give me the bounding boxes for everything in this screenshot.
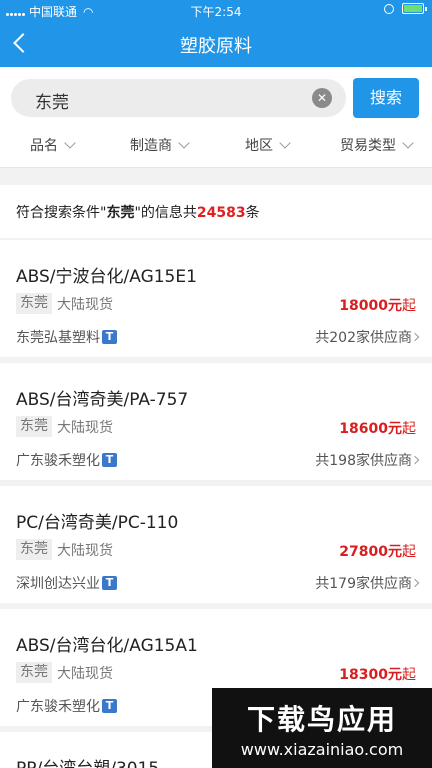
supplier[interactable]: 广东骏禾塑化 T	[16, 450, 117, 470]
price-value: 18000	[339, 298, 388, 314]
app-header: 中国联通 ◠ 下午2:54 塑胶原料	[0, 0, 432, 67]
watermark-title: 下载鸟应用	[246, 703, 397, 736]
verified-badge-icon: T	[102, 330, 117, 344]
status-bar: 中国联通 ◠ 下午2:54	[0, 0, 432, 22]
filter-trade-type[interactable]: 贸易类型	[340, 135, 414, 155]
price: 18300元起	[339, 664, 416, 684]
result-suffix: 条	[245, 205, 260, 221]
chevron-down-icon	[402, 136, 414, 149]
search-button[interactable]: 搜索	[353, 78, 419, 118]
price: 18000元起	[339, 295, 416, 315]
search-area: 东莞 ✕ 搜索 品名 制造商 地区 贸易类型	[0, 67, 432, 168]
stock-type: 大陆现货	[57, 297, 113, 313]
price-value: 27800	[339, 544, 388, 560]
search-input-value[interactable]: 东莞	[35, 88, 69, 113]
listing-title: PC/台湾奇美/PC-110	[16, 513, 179, 533]
filter-label: 品名	[30, 138, 58, 154]
result-count: 24583	[196, 205, 246, 221]
chevron-right-icon	[410, 578, 420, 588]
supplier-name: 深圳创达兴业	[16, 576, 100, 592]
supplier-count-link[interactable]: 共179家供应商	[315, 573, 420, 593]
supplier-count-link[interactable]: 共198家供应商	[315, 450, 420, 470]
nav-bar: 塑胶原料	[0, 22, 432, 67]
region-tag: 东莞	[16, 662, 52, 683]
battery-icon	[402, 3, 427, 14]
price-unit: 元	[388, 667, 402, 683]
supplier[interactable]: 东莞弘基塑料 T	[16, 327, 117, 347]
supplier-count: 共198家供应商	[315, 453, 412, 469]
stock-type: 大陆现货	[57, 420, 113, 436]
chevron-down-icon	[64, 136, 76, 149]
page-title: 塑胶原料	[180, 36, 252, 57]
listing-card[interactable]: PC/台湾奇美/PC-110 东莞 大陆现货 27800元起 深圳创达兴业 T 共…	[0, 486, 432, 603]
price-unit: 元	[388, 298, 402, 314]
supplier[interactable]: 深圳创达兴业 T	[16, 573, 117, 593]
listing-card[interactable]: ABS/宁波台化/AG15E1 东莞 大陆现货 18000元起 东莞弘基塑料 T …	[0, 240, 432, 357]
result-text: 符合搜索条件"东莞"的信息共24583条	[16, 202, 260, 222]
price: 18600元起	[339, 418, 416, 438]
stock-type: 大陆现货	[57, 666, 113, 682]
price-unit: 元	[388, 544, 402, 560]
watermark-logo: 下载鸟应用 www.xiazainiao.com	[212, 688, 432, 768]
listing-title: ABS/台湾奇美/PA-757	[16, 390, 189, 410]
chevron-down-icon	[178, 136, 190, 149]
filter-bar: 品名 制造商 地区 贸易类型	[0, 133, 432, 161]
supplier-count: 共202家供应商	[315, 330, 412, 346]
region-tag: 东莞	[16, 293, 52, 314]
chevron-right-icon	[410, 455, 420, 465]
verified-badge-icon: T	[102, 576, 117, 590]
supplier-count-link[interactable]: 共202家供应商	[315, 327, 420, 347]
result-middle: "的信息共	[134, 205, 197, 221]
price: 27800元起	[339, 541, 416, 561]
supplier-name: 广东骏禾塑化	[16, 699, 100, 715]
filter-label: 地区	[245, 138, 273, 154]
filter-region[interactable]: 地区	[245, 135, 291, 155]
result-prefix: 符合搜索条件"	[16, 205, 107, 221]
price-unit: 元	[388, 421, 402, 437]
price-suffix: 起	[402, 298, 416, 314]
filter-label: 贸易类型	[340, 138, 396, 154]
price-suffix: 起	[402, 544, 416, 560]
supplier-count: 共179家供应商	[315, 576, 412, 592]
listing-title: PP/台湾台塑/3015	[16, 754, 159, 768]
supplier[interactable]: 广东骏禾塑化 T	[16, 696, 117, 716]
watermark-url: www.xiazainiao.com	[240, 740, 404, 759]
chevron-right-icon	[410, 332, 420, 342]
verified-badge-icon: T	[102, 699, 117, 713]
stock-type: 大陆现货	[57, 543, 113, 559]
listing-title: ABS/宁波台化/AG15E1	[16, 267, 197, 287]
price-suffix: 起	[402, 421, 416, 437]
region-tag: 东莞	[16, 539, 52, 560]
verified-badge-icon: T	[102, 453, 117, 467]
status-time: 下午2:54	[190, 5, 242, 19]
status-right	[384, 3, 427, 14]
alarm-icon	[384, 3, 394, 14]
supplier-name: 东莞弘基塑料	[16, 330, 100, 346]
clear-icon[interactable]: ✕	[312, 88, 332, 108]
price-value: 18300	[339, 667, 388, 683]
chevron-down-icon	[279, 136, 291, 149]
filter-label: 制造商	[130, 138, 172, 154]
filter-manufacturer[interactable]: 制造商	[130, 135, 190, 155]
search-input[interactable]: 东莞 ✕	[11, 79, 346, 117]
supplier-name: 广东骏禾塑化	[16, 453, 100, 469]
price-value: 18600	[339, 421, 388, 437]
filter-product-name[interactable]: 品名	[30, 135, 76, 155]
listing-title: ABS/台湾台化/AG15A1	[16, 636, 198, 656]
listing-card[interactable]: ABS/台湾奇美/PA-757 东莞 大陆现货 18600元起 广东骏禾塑化 T …	[0, 363, 432, 480]
price-suffix: 起	[402, 667, 416, 683]
result-summary: 符合搜索条件"东莞"的信息共24583条	[0, 185, 432, 238]
region-tag: 东莞	[16, 416, 52, 437]
result-keyword: 东莞	[106, 205, 135, 221]
